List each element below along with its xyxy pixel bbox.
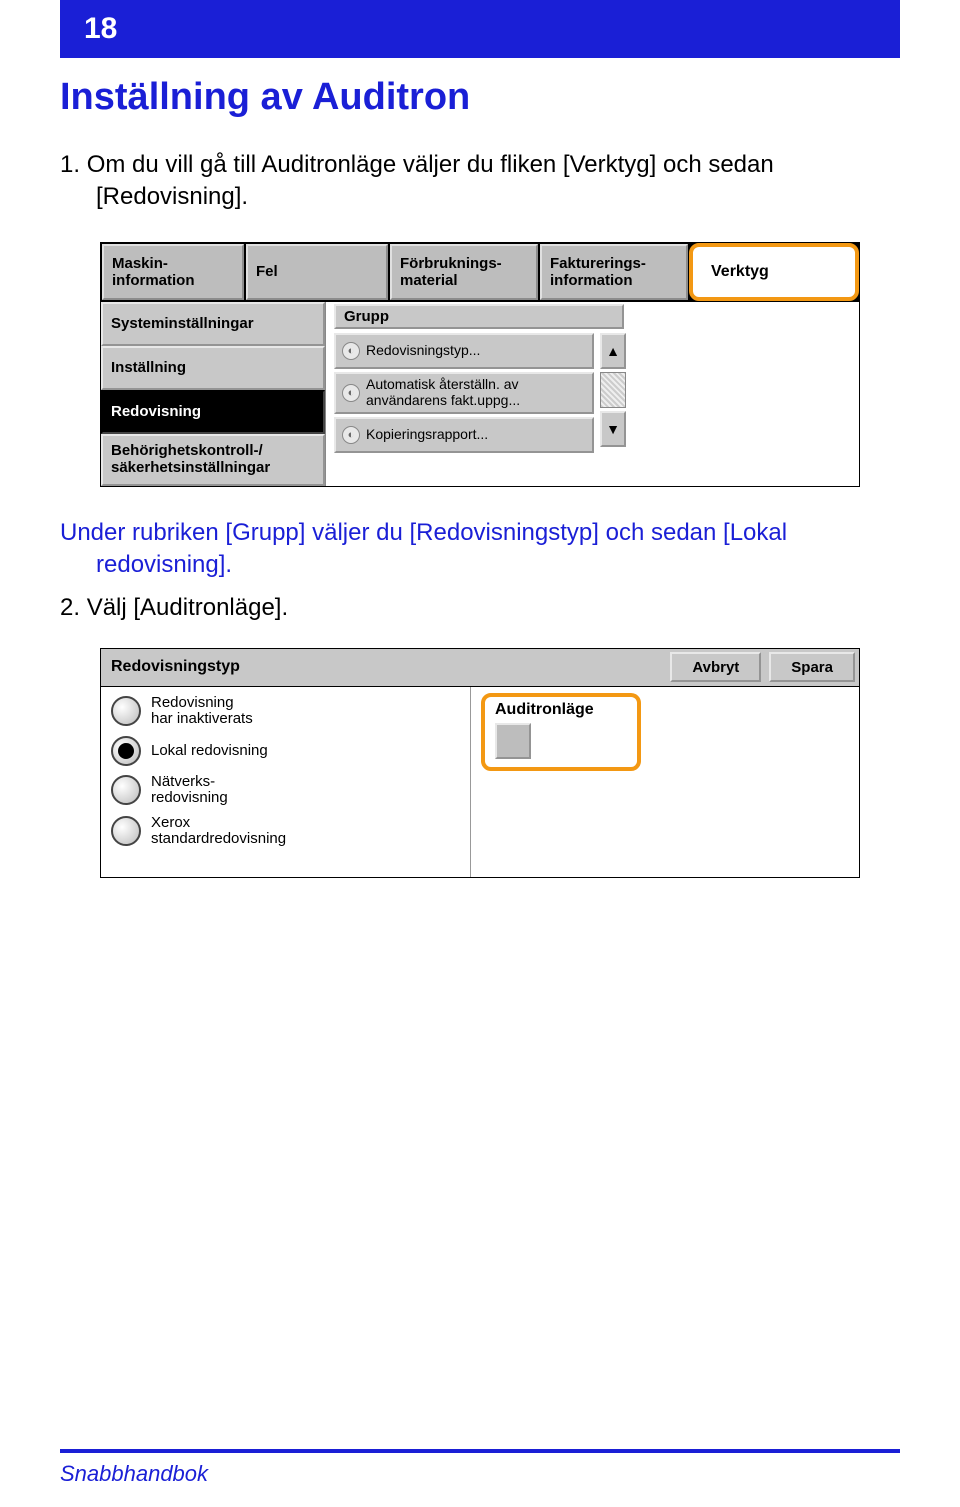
- radio-label: Nätverks-redovisning: [151, 774, 228, 807]
- radio-icon-selected: [111, 736, 141, 766]
- save-button[interactable]: Spara: [769, 652, 855, 682]
- tab-bar: Maskin-information Fel Förbruknings-mate…: [101, 243, 859, 301]
- list-number-2: 2.: [60, 594, 87, 621]
- radio-label: Redovisninghar inaktiverats: [151, 695, 253, 728]
- group-item-auto-reset[interactable]: ◐ Automatisk återställn. avanvändarens f…: [334, 372, 594, 414]
- radio-option-disabled[interactable]: Redovisninghar inaktiverats: [111, 695, 460, 728]
- group-item-label: Redovisningstyp...: [366, 343, 480, 358]
- group-item-accounting-type[interactable]: ◐ Redovisningstyp...: [334, 333, 594, 369]
- group-list: ◐ Redovisningstyp... ◐ Automatisk återst…: [334, 333, 594, 456]
- paragraph-3: 2. Välj [Auditronläge].: [60, 592, 900, 624]
- tab-tools-highlighted[interactable]: Verktyg: [689, 243, 859, 301]
- scroll-track: [600, 372, 626, 408]
- group-item-label: Kopieringsrapport...: [366, 427, 488, 442]
- screenshot-accounting-type: Redovisningstyp Avbryt Spara Redovisning…: [100, 648, 860, 878]
- sidebar-setup[interactable]: Inställning: [101, 346, 325, 390]
- group-header: Grupp: [334, 304, 624, 329]
- dialog-header: Redovisningstyp Avbryt Spara: [101, 649, 859, 687]
- group-item-copy-report[interactable]: ◐ Kopieringsrapport...: [334, 417, 594, 453]
- tab-billing[interactable]: Fakturerings-information: [540, 244, 688, 300]
- tab-machine-info[interactable]: Maskin-information: [102, 244, 244, 300]
- sidebar: Systeminställningar Inställning Redovisn…: [101, 302, 326, 486]
- tab-consumables[interactable]: Förbruknings-material: [390, 244, 538, 300]
- dialog-title: Redovisningstyp: [101, 658, 666, 676]
- footer-rule: [60, 1449, 900, 1453]
- auditron-mode-highlight: Auditronläge: [481, 693, 641, 771]
- scroll-down-button[interactable]: ▼: [600, 411, 626, 447]
- auditron-mode-button[interactable]: [495, 723, 531, 759]
- radio-option-xerox-standard[interactable]: Xeroxstandardredovisning: [111, 815, 460, 848]
- scroll-up-button[interactable]: ▲: [600, 333, 626, 369]
- radio-label: Xeroxstandardredovisning: [151, 815, 286, 848]
- page-header: 18: [60, 0, 900, 58]
- radio-group: Redovisninghar inaktiverats Lokal redovi…: [101, 687, 471, 877]
- cancel-button[interactable]: Avbryt: [670, 652, 761, 682]
- radio-icon: [111, 775, 141, 805]
- group-item-label: Automatisk återställn. avanvändarens fak…: [366, 377, 520, 408]
- list-number-1: 1.: [60, 151, 87, 178]
- paragraph-2: Under rubriken [Grupp] väljer du [Redovi…: [60, 517, 900, 582]
- radio-icon: [111, 816, 141, 846]
- paragraph-3-text: Välj [Auditronläge].: [87, 594, 288, 621]
- auditron-mode-label: Auditronläge: [495, 701, 627, 719]
- sidebar-system-settings[interactable]: Systeminställningar: [101, 302, 325, 346]
- scrollbar: ▲ ▼: [600, 333, 626, 456]
- bullet-icon: ◐: [342, 426, 360, 444]
- screenshot-tools: Maskin-information Fel Förbruknings-mate…: [100, 242, 860, 487]
- radio-label: Lokal redovisning: [151, 743, 268, 760]
- radio-option-local[interactable]: Lokal redovisning: [111, 736, 460, 766]
- tab-errors[interactable]: Fel: [246, 244, 388, 300]
- sidebar-auth-security[interactable]: Behörighetskontroll-/säkerhetsinställnin…: [101, 434, 325, 486]
- footer-text: Snabbhandbok: [60, 1461, 208, 1487]
- bullet-icon: ◐: [342, 384, 360, 402]
- page-title: Inställning av Auditron: [60, 76, 900, 119]
- page-number: 18: [60, 12, 117, 46]
- sidebar-accounting-active[interactable]: Redovisning: [101, 390, 325, 434]
- radio-icon: [111, 696, 141, 726]
- radio-option-network[interactable]: Nätverks-redovisning: [111, 774, 460, 807]
- paragraph-1: 1. Om du vill gå till Auditronläge välje…: [60, 149, 900, 214]
- bullet-icon: ◐: [342, 342, 360, 360]
- paragraph-1-text: Om du vill gå till Auditronläge väljer d…: [87, 151, 774, 210]
